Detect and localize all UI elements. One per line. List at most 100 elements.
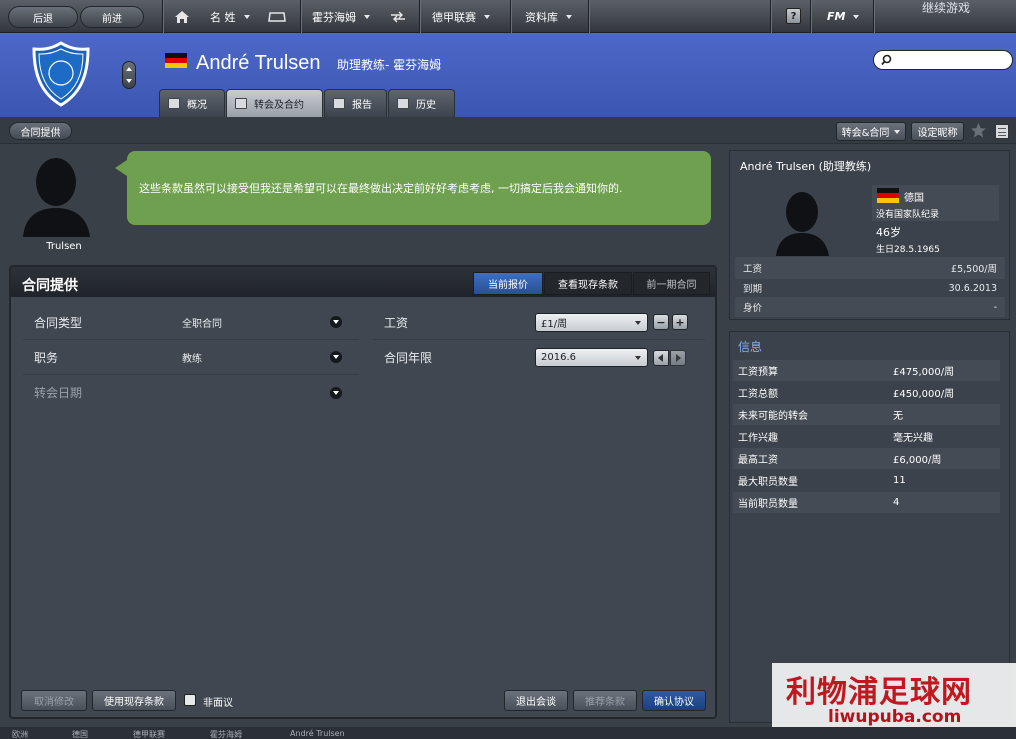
- section-label: 合同提供: [20, 127, 61, 139]
- chevron-down-icon: [853, 14, 860, 19]
- menu-name[interactable]: 名 姓: [210, 0, 250, 33]
- home-button[interactable]: [174, 0, 190, 33]
- swap-button[interactable]: [390, 0, 406, 33]
- profile-scroll-arrows[interactable]: [122, 61, 136, 89]
- wage-increase-button[interactable]: +: [672, 314, 688, 330]
- wage-decrease-button[interactable]: −: [653, 314, 669, 330]
- info-value: £6,000/周: [893, 455, 942, 466]
- inbox-button[interactable]: [268, 0, 286, 33]
- info-value: £475,000/周: [893, 367, 955, 378]
- tab-existing-terms[interactable]: 查看现存条款: [544, 272, 632, 295]
- profile-row-key: 到期: [743, 284, 763, 295]
- info-row: 工资总额 £450,000/周: [733, 382, 1000, 404]
- contract-length-select[interactable]: 2016.6: [535, 348, 648, 367]
- tab-transfer-contract-label: 转会及合约: [254, 100, 304, 111]
- breadcrumb-item[interactable]: André Trulsen: [290, 729, 345, 738]
- tab-reports[interactable]: 报告: [324, 89, 387, 117]
- profile-row-value: -: [993, 301, 997, 313]
- tab-overview[interactable]: 概况: [159, 89, 225, 117]
- info-value: 无: [893, 411, 903, 422]
- watermark: 利物浦足球网 liwupuba.com: [772, 663, 1016, 729]
- non-negotiable-label: 非面议: [203, 698, 233, 709]
- transfer-contract-menu[interactable]: 转会&合同: [836, 122, 906, 141]
- nation-name[interactable]: 德国: [904, 189, 924, 204]
- tab-existing-terms-label: 查看现存条款: [558, 280, 618, 291]
- person-silhouette: [19, 152, 94, 237]
- club-crest[interactable]: [30, 41, 92, 107]
- search-icon: [881, 54, 892, 66]
- menu-league[interactable]: 德甲联赛: [432, 0, 490, 33]
- cancel-changes-button[interactable]: 取消修改: [21, 690, 87, 711]
- breadcrumb-item[interactable]: 霍芬海姆: [210, 729, 242, 739]
- forward-label: 前进: [102, 13, 122, 25]
- job-row[interactable]: 职务 教练: [23, 340, 359, 375]
- year-next-button[interactable]: [670, 349, 686, 366]
- home-icon: [175, 10, 189, 23]
- transfer-date-row[interactable]: 转会日期: [23, 375, 359, 410]
- arrow-right-icon: [676, 353, 681, 362]
- chevron-down-icon: [364, 14, 370, 19]
- person-short-name: Trulsen: [46, 241, 82, 252]
- breadcrumb-item[interactable]: 德甲联赛: [133, 729, 165, 739]
- silhouette-icon: [776, 192, 829, 256]
- breadcrumb-item[interactable]: 欧洲: [12, 729, 28, 739]
- tab-current-offer[interactable]: 当前报价: [473, 272, 543, 295]
- breadcrumb-item[interactable]: 德国: [72, 729, 88, 739]
- contract-left-fields: 合同类型 全职合同 职务 教练 转会日期: [23, 305, 359, 410]
- info-row: 最大职员数量 11: [733, 470, 1000, 492]
- dropdown-icon[interactable]: [330, 386, 342, 399]
- dropdown-icon[interactable]: [330, 316, 342, 328]
- search-input[interactable]: [873, 50, 1013, 70]
- contract-type-label: 合同类型: [34, 315, 83, 330]
- back-button[interactable]: 后退: [8, 6, 78, 28]
- menu-database-label: 资料库: [525, 10, 558, 24]
- use-existing-terms-button[interactable]: 使用现存条款: [92, 690, 176, 711]
- contract-title: 合同提供: [22, 278, 78, 294]
- chevron-down-icon: [635, 320, 641, 325]
- wage-row: 工资 £1/周 − +: [373, 305, 705, 340]
- profile-silhouette: [770, 186, 835, 256]
- fm-menu[interactable]: FM: [827, 0, 860, 33]
- tab-overview-label: 概况: [187, 100, 207, 111]
- recommend-terms-button[interactable]: 推荐条款: [573, 690, 637, 711]
- job-value: 教练: [182, 353, 202, 365]
- info-row: 最高工资 £6,000/周: [733, 448, 1000, 470]
- tab-history[interactable]: 历史: [388, 89, 455, 117]
- date-of-birth: 生日28.5.1965: [876, 245, 940, 255]
- non-negotiable-checkbox[interactable]: [184, 694, 196, 706]
- dropdown-icon[interactable]: [330, 351, 342, 363]
- wage-select[interactable]: £1/周: [535, 312, 648, 332]
- year-prev-button[interactable]: [653, 349, 669, 366]
- fm-logo: FM: [827, 10, 846, 23]
- exit-talks-button[interactable]: 退出会谈: [504, 690, 568, 711]
- cancel-changes-label: 取消修改: [34, 697, 74, 708]
- contract-type-row[interactable]: 合同类型 全职合同: [23, 305, 359, 340]
- forward-button[interactable]: 前进: [80, 6, 144, 28]
- id-card-icon: [168, 98, 180, 109]
- menu-club[interactable]: 霍芬海姆: [312, 0, 370, 33]
- tab-transfer-contract[interactable]: 转会及合约: [226, 89, 323, 117]
- star-icon[interactable]: [970, 122, 987, 142]
- speech-text: 这些条款虽然可以接受但我还是希望可以在最终做出决定前好好考虑考虑, 一切搞定后我…: [139, 182, 623, 195]
- info-key: 未来可能的转会: [738, 411, 808, 422]
- menu-league-label: 德甲联赛: [432, 10, 476, 24]
- continue-button[interactable]: 继续游戏: [876, 0, 1016, 15]
- person-name: André Trulsen: [196, 52, 321, 74]
- menu-database[interactable]: 资料库: [525, 0, 572, 33]
- notes-icon[interactable]: [995, 124, 1009, 139]
- back-label: 后退: [33, 13, 53, 25]
- tab-previous-contract[interactable]: 前一期合同: [633, 272, 710, 295]
- set-nickname-button[interactable]: 设定昵称: [911, 122, 964, 141]
- arrow-left-icon: [658, 353, 663, 362]
- tab-previous-contract-label: 前一期合同: [646, 280, 697, 291]
- profile-title: André Trulsen (助理教练): [740, 160, 872, 173]
- contract-length-row: 合同年限 2016.6: [373, 340, 705, 375]
- profile-row-key: 工资: [743, 264, 763, 275]
- watermark-cn: 利物浦足球网: [786, 675, 972, 710]
- confirm-agreement-button[interactable]: 确认协议: [642, 690, 706, 711]
- info-list: 工资预算 £475,000/周 工资总额 £450,000/周 未来可能的转会 无 工…: [733, 360, 1000, 514]
- document-icon: [235, 98, 247, 109]
- chevron-down-icon: [566, 14, 572, 19]
- recommend-terms-label: 推荐条款: [585, 697, 625, 708]
- help-button[interactable]: ?: [786, 8, 801, 24]
